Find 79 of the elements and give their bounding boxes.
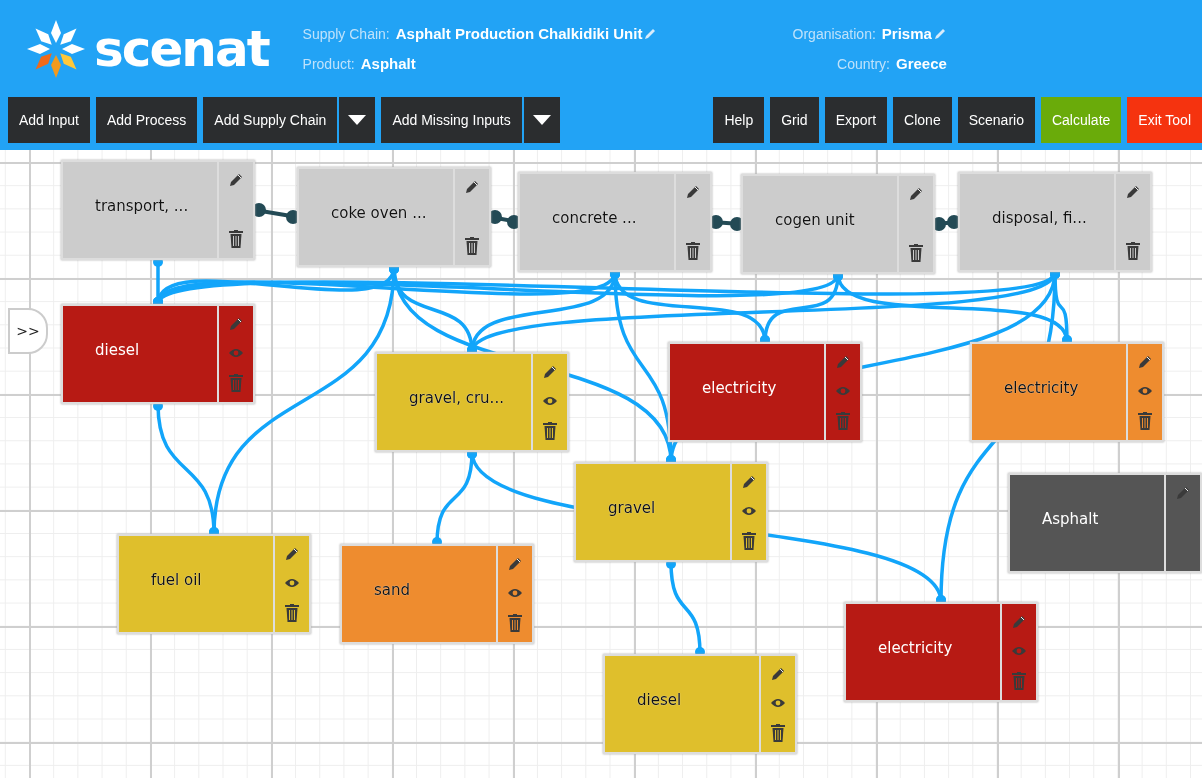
field-value: Asphalt [360, 55, 416, 72]
node-card[interactable]: fuel oil [117, 534, 311, 634]
pencil-icon[interactable] [542, 364, 558, 380]
toolbar-button[interactable]: Add Input [8, 97, 90, 143]
pencil-icon[interactable] [741, 474, 757, 490]
toolbar-button[interactable]: Grid [770, 97, 819, 143]
trash-icon[interactable] [742, 532, 756, 550]
node-label: fuel oil [150, 571, 203, 589]
node-label: concrete ... [551, 209, 638, 227]
logo-text: scenat [94, 23, 269, 74]
toolbar-button[interactable]: Exit Tool [1127, 97, 1202, 143]
trash-icon[interactable] [229, 230, 243, 248]
eye-icon[interactable] [1137, 385, 1153, 397]
pencil-icon[interactable] [908, 186, 924, 202]
node-label: electricity [701, 379, 778, 397]
field-label: Supply Chain: [302, 25, 390, 42]
dropdown-button[interactable] [339, 97, 376, 143]
pencil-icon[interactable] [228, 172, 244, 188]
node-label: sand [373, 581, 412, 599]
caret-icon [532, 115, 551, 125]
node-label: gravel [607, 499, 657, 517]
pencil-icon[interactable] [770, 666, 786, 682]
node-label: Asphalt [1041, 510, 1100, 528]
node-card[interactable]: Asphalt [1008, 473, 1202, 573]
node-label: electricity [877, 639, 954, 657]
node-card[interactable]: coke oven ... [297, 167, 491, 267]
node-card[interactable]: gravel [574, 462, 768, 562]
node-card[interactable]: cogen unit [741, 174, 935, 274]
trash-icon[interactable] [1126, 242, 1140, 260]
trash-icon[interactable] [465, 237, 479, 255]
trash-icon[interactable] [686, 242, 700, 260]
eye-icon[interactable] [770, 697, 786, 709]
pencil-icon[interactable] [284, 546, 300, 562]
field-label: Country: [837, 55, 890, 72]
sidebar-toggle-button[interactable]: >> [8, 308, 48, 354]
trash-icon[interactable] [771, 724, 785, 742]
node-card[interactable]: concrete ... [518, 172, 712, 272]
toolbar-button[interactable]: Add Process [95, 97, 198, 143]
eye-icon[interactable] [542, 395, 558, 407]
node-card[interactable]: disposal, fi... [958, 172, 1152, 272]
trash-icon[interactable] [285, 604, 299, 622]
field-label: Organisation: [792, 25, 876, 42]
node-label: coke oven ... [330, 204, 428, 222]
field-value: Prisma [881, 25, 932, 42]
toolbar-button[interactable]: Add Missing Inputs [381, 97, 522, 143]
toolbar-button[interactable]: Add Supply Chain [203, 97, 338, 143]
pencil-icon[interactable] [507, 556, 523, 572]
field-value: Greece [896, 55, 947, 72]
toolbar-button[interactable]: Help [713, 97, 765, 143]
pencil-icon[interactable] [685, 184, 701, 200]
trash-icon[interactable] [508, 614, 522, 632]
trash-icon[interactable] [543, 422, 557, 440]
node-label: diesel [94, 341, 141, 359]
toolbar-button[interactable]: Export [824, 97, 888, 143]
eye-icon[interactable] [741, 505, 757, 517]
node-label: diesel [636, 691, 683, 709]
pencil-icon[interactable] [1137, 354, 1153, 370]
field-value: Asphalt Production Chalkidiki Unit [395, 25, 643, 42]
eye-icon[interactable] [284, 577, 300, 589]
node-label: cogen unit [774, 211, 856, 229]
eye-icon[interactable] [507, 587, 523, 599]
trash-icon[interactable] [909, 244, 923, 262]
node-label: gravel, cru... [408, 389, 505, 407]
node-label: transport, ... [94, 197, 190, 215]
node-card[interactable]: gravel, cru... [375, 352, 569, 452]
trash-icon[interactable] [1138, 412, 1152, 430]
pencil-icon[interactable] [464, 179, 480, 195]
node-card[interactable]: diesel [603, 654, 797, 754]
toolbar-button[interactable]: Clone [893, 97, 952, 143]
dropdown-button[interactable] [523, 97, 560, 143]
node-label: electricity [1003, 379, 1080, 397]
node-card[interactable]: transport, ... [61, 160, 255, 260]
caret-icon [348, 115, 367, 125]
node-card[interactable]: sand [340, 544, 534, 644]
node-label: disposal, fi... [991, 209, 1088, 227]
node-card[interactable]: electricity [970, 342, 1164, 442]
field-label: Product: [302, 55, 355, 72]
toolbar-button[interactable]: Scenario [957, 97, 1035, 143]
pencil-icon[interactable] [1125, 184, 1141, 200]
